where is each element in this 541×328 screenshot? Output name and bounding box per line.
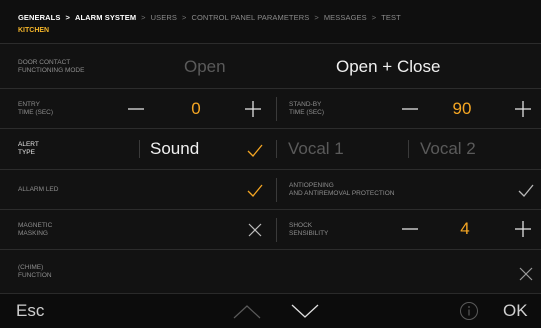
ok-button[interactable]: OK (503, 301, 528, 321)
breadcrumb-control-panel-parameters[interactable]: CONTROL PANEL PARAMETERS (191, 13, 309, 22)
label-line: STAND-BY (289, 101, 322, 108)
option-sound[interactable]: Sound (150, 139, 199, 159)
breadcrumb: GENERALS > ALARM SYSTEM > USERS > CONTROL PANE… (18, 13, 401, 22)
chevron-up-icon[interactable] (232, 300, 262, 322)
shock-value: 4 (460, 219, 470, 238)
label-line: ENTRY (18, 101, 40, 108)
entry-time-label: ENTRY TIME (SEC) (18, 101, 53, 117)
breadcrumb-separator: > (65, 13, 70, 22)
magnetic-masking-label: MAGNETIC MASKING (18, 222, 52, 238)
label-line: TYPE (18, 149, 35, 156)
row-times: ENTRY TIME (SEC) 0 STAND-BY TIME (SEC) 9… (0, 88, 541, 129)
footer-bar: Esc OK (0, 293, 541, 328)
breadcrumb-separator: > (371, 13, 377, 22)
breadcrumb-test[interactable]: TEST (381, 13, 401, 22)
row-door-contact: DOOR CONTACT FUNCTIONING MODE Open Open … (0, 43, 541, 89)
option-vocal-1[interactable]: Vocal 1 (288, 139, 344, 159)
chime-label: (CHIME) FUNCTION (18, 264, 52, 280)
label-line: MAGNETIC (18, 222, 53, 229)
label-line: FUNCTION (18, 272, 52, 279)
option-vocal-2[interactable]: Vocal 2 (420, 139, 476, 159)
column-divider (276, 97, 277, 121)
label-line: MASKING (18, 230, 48, 237)
entry-time-value: 0 (191, 99, 201, 118)
close-icon[interactable] (245, 220, 265, 240)
alert-type-label: ALERT TYPE (18, 141, 39, 157)
breadcrumb-separator: > (141, 13, 146, 22)
info-icon[interactable] (459, 301, 479, 321)
label-line: (CHIME) (18, 264, 44, 271)
row-alert-type: ALERT TYPE Sound Vocal 1 Vocal 2 (0, 128, 541, 170)
header: GENERALS > ALARM SYSTEM > USERS > CONTROL PANE… (0, 0, 541, 43)
option-open-close[interactable]: Open + Close (336, 57, 440, 77)
row-chime: (CHIME) FUNCTION (0, 249, 541, 294)
option-divider (139, 140, 140, 158)
check-icon[interactable] (245, 180, 265, 200)
label-line: SHOCK (289, 222, 313, 229)
breadcrumb-separator: > (314, 13, 319, 22)
breadcrumb-messages[interactable]: MESSAGES (324, 13, 367, 22)
label-line: AND ANTIREMOVAL PROTECTION (289, 190, 395, 197)
check-icon[interactable] (245, 140, 265, 160)
breadcrumb-users[interactable]: USERS (151, 13, 177, 22)
breadcrumb-sub-kitchen: KITCHEN (18, 27, 50, 34)
plus-icon[interactable] (513, 219, 533, 239)
row-masking-shock: MAGNETIC MASKING SHOCK SENSIBILITY 4 (0, 209, 541, 250)
option-divider (408, 140, 409, 158)
standby-time-label: STAND-BY TIME (SEC) (289, 101, 324, 117)
minus-icon[interactable] (400, 99, 420, 119)
door-contact-label: DOOR CONTACT FUNCTIONING MODE (18, 59, 84, 75)
close-icon[interactable] (516, 264, 536, 284)
alarm-led-label: ALLARM LED (18, 186, 59, 193)
plus-icon[interactable] (243, 99, 263, 119)
minus-icon[interactable] (400, 219, 420, 239)
antiopening-label: ANTIOPENING AND ANTIREMOVAL PROTECTION (289, 182, 394, 198)
label-line: SENSIBILITY (289, 230, 329, 237)
label-line: ALERT (18, 141, 39, 148)
breadcrumb-generals[interactable]: GENERALS (18, 13, 60, 22)
row-led-antiopening: ALLARM LED ANTIOPENING AND ANTIREMOVAL P… (0, 169, 541, 210)
breadcrumb-separator: > (182, 13, 187, 22)
label-line: TIME (SEC) (289, 109, 325, 116)
check-icon[interactable] (516, 180, 536, 200)
label-line: ANTIOPENING (289, 182, 334, 189)
shock-label: SHOCK SENSIBILITY (289, 222, 328, 238)
esc-button[interactable]: Esc (16, 301, 44, 321)
option-open[interactable]: Open (184, 57, 226, 77)
label-line: DOOR CONTACT (18, 59, 71, 66)
chevron-down-icon[interactable] (290, 300, 320, 322)
option-divider (276, 140, 277, 158)
breadcrumb-alarm-system[interactable]: ALARM SYSTEM (75, 13, 136, 22)
column-divider (276, 178, 277, 202)
label-line: FUNCTIONING MODE (18, 67, 85, 74)
label-line: TIME (SEC) (18, 109, 54, 116)
minus-icon[interactable] (126, 99, 146, 119)
plus-icon[interactable] (513, 99, 533, 119)
column-divider (276, 218, 277, 242)
standby-time-value: 90 (452, 99, 472, 118)
